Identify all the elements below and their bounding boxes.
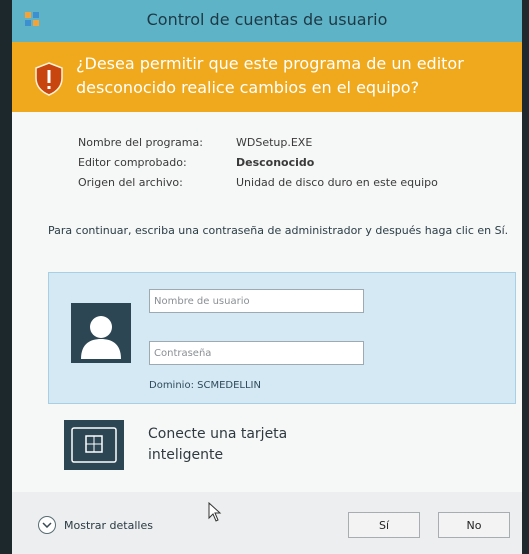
info-row-origin: Origen del archivo: Unidad de disco duro …: [78, 173, 438, 193]
shield-warning-icon: [35, 62, 63, 96]
uac-dialog: Control de cuentas de usuario ¿Desea per…: [12, 0, 522, 554]
domain-label: Dominio: SCMEDELLIN: [149, 380, 261, 391]
no-button[interactable]: No: [438, 512, 510, 538]
title-bar: Control de cuentas de usuario: [12, 0, 522, 42]
info-row-publisher: Editor comprobado: Desconocido: [78, 153, 438, 173]
show-details-link[interactable]: Mostrar detalles: [38, 514, 153, 536]
smartcard-option[interactable]: Conecte una tarjeta inteligente: [48, 412, 516, 478]
smartcard-label: Conecte una tarjeta inteligente: [148, 426, 288, 463]
user-icon: [71, 303, 131, 363]
username-input[interactable]: [149, 289, 364, 313]
info-value: Desconocido: [236, 156, 315, 169]
info-label: Origen del archivo:: [78, 176, 183, 189]
banner-question: ¿Desea permitir que este programa de un …: [76, 54, 464, 97]
smartcard-icon: [64, 420, 124, 470]
info-value: Unidad de disco duro en este equipo: [236, 176, 438, 189]
program-info: Nombre del programa: WDSetup.EXE Editor c…: [78, 133, 438, 193]
info-row-program: Nombre del programa: WDSetup.EXE: [78, 133, 438, 153]
instruction-text: Para continuar, escriba una contraseña d…: [48, 224, 509, 237]
chevron-down-icon: [38, 516, 56, 534]
mouse-cursor-icon: [208, 502, 222, 522]
background-edge-right: [522, 0, 529, 554]
info-label: Nombre del programa:: [78, 136, 203, 149]
warning-banner: ¿Desea permitir que este programa de un …: [12, 42, 522, 112]
show-details-label: Mostrar detalles: [64, 518, 153, 532]
dialog-footer: Mostrar detalles Sí No: [12, 492, 522, 554]
background-edge: [0, 0, 12, 554]
info-label: Editor comprobado:: [78, 156, 187, 169]
window-title: Control de cuentas de usuario: [146, 10, 388, 29]
yes-button[interactable]: Sí: [348, 512, 420, 538]
password-input[interactable]: [149, 341, 364, 365]
credential-tile[interactable]: Dominio: SCMEDELLIN: [48, 272, 516, 404]
info-value: WDSetup.EXE: [236, 136, 313, 149]
